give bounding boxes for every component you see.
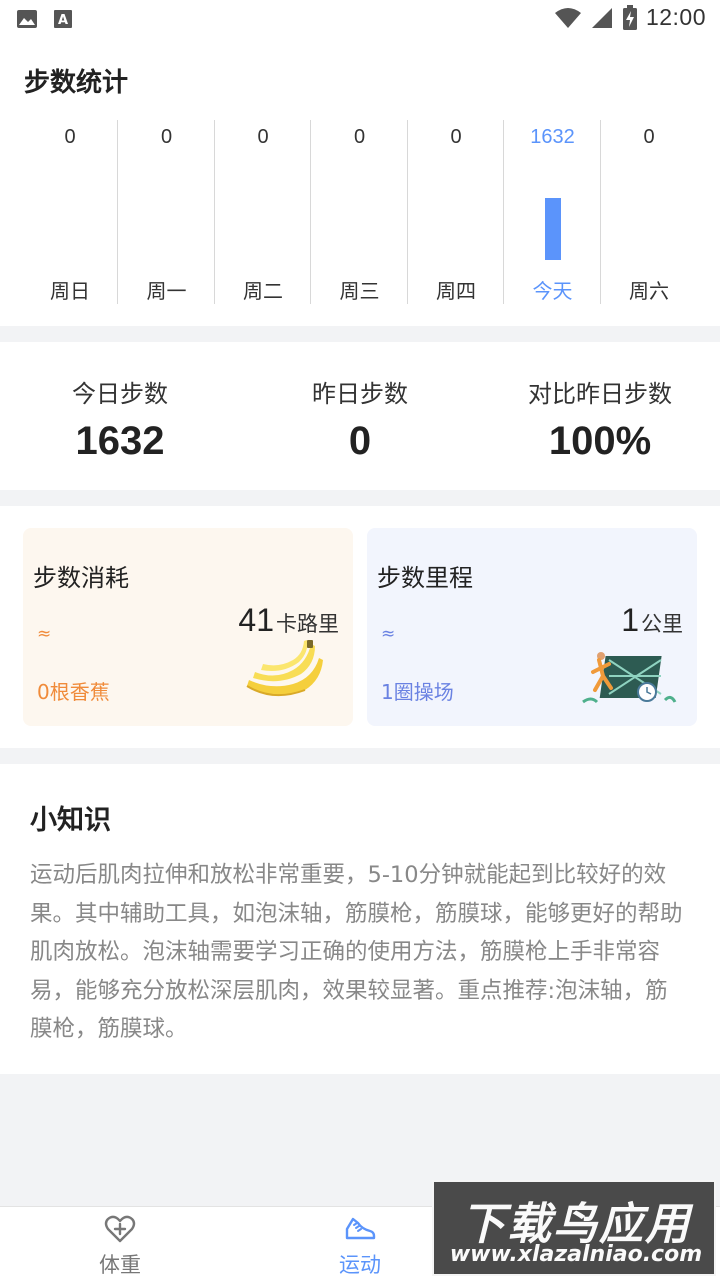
tips-body: 运动后肌肉拉伸和放松非常重要，5-10分钟就能起到比较好的效果。其中辅助工具，如… <box>30 862 683 1042</box>
stats-cards: 步数消耗 ≈ 41卡路里 0根香蕉 步数里程 ≈ 1公里 1圈操场 <box>0 506 720 748</box>
heart-plus-icon <box>104 1215 136 1243</box>
day-bar-area <box>505 164 601 260</box>
distance-value: 1 <box>621 602 639 638</box>
battery-icon <box>622 4 637 30</box>
distance-card[interactable]: 步数里程 ≈ 1公里 1圈操场 <box>367 528 697 726</box>
compare-steps-value: 100% <box>548 419 652 463</box>
weekly-steps-chart: 0 周日 0 周一 0 周二 0 周三 0 周四 1632 今天 0 周六 <box>22 120 698 304</box>
day-column: 0 周四 <box>408 120 504 304</box>
font-icon: A <box>54 10 72 28</box>
banana-equivalent: 0根香蕉 <box>37 680 110 704</box>
day-steps-value: 0 <box>450 126 462 148</box>
day-bar-area <box>408 164 504 260</box>
weekly-steps-section: 步数统计 0 周日 0 周一 0 周二 0 周三 0 周四 1632 今天 0 周六 <box>0 38 720 326</box>
calories-value: 41 <box>238 602 274 638</box>
day-bar-area <box>601 164 697 260</box>
approx-symbol: ≈ <box>381 624 396 644</box>
day-label: 周日 <box>50 279 90 303</box>
today-steps-stat: 今日步数 1632 <box>0 342 240 490</box>
compare-steps-stat: 对比昨日步数 100% <box>480 342 720 490</box>
day-step-bar <box>544 198 561 260</box>
nav-weight-label: 体重 <box>99 1253 141 1277</box>
tips-title: 小知识 <box>30 805 111 836</box>
banana-image <box>246 640 323 697</box>
day-bar-area <box>22 164 118 260</box>
day-steps-value: 0 <box>160 126 173 148</box>
day-steps-value: 0 <box>353 126 366 148</box>
day-bar-area <box>312 164 408 260</box>
nav-weight[interactable]: 体重 <box>0 1207 240 1280</box>
day-column: 0 周一 <box>119 120 215 304</box>
day-column: 0 周六 <box>601 120 697 304</box>
calories-amount: 41卡路里 <box>238 602 339 639</box>
calories-card[interactable]: 步数消耗 ≈ 41卡路里 0根香蕉 <box>23 528 353 726</box>
day-column: 1632 今天 <box>505 120 601 304</box>
calories-title: 步数消耗 <box>33 564 129 592</box>
day-label: 周一 <box>146 279 187 303</box>
day-column: 0 周二 <box>215 120 311 304</box>
runner-track-image <box>582 652 677 704</box>
wifi-icon <box>554 7 581 28</box>
status-left-icons: A <box>16 8 74 30</box>
yesterday-steps-stat: 昨日步数 0 <box>240 342 480 490</box>
calories-unit: 卡路里 <box>276 612 339 636</box>
day-steps-value: 1632 <box>530 126 575 148</box>
signal-icon <box>591 7 612 28</box>
day-label: 周四 <box>436 279 476 303</box>
day-steps-value: 0 <box>643 126 655 148</box>
day-bar-area <box>215 164 311 260</box>
distance-unit: 公里 <box>641 612 683 636</box>
day-bar-area <box>119 164 215 260</box>
today-steps-value: 1632 <box>75 419 165 463</box>
image-icon <box>17 10 37 28</box>
status-bar: A 12:00 <box>0 0 720 38</box>
distance-title: 步数里程 <box>377 564 473 592</box>
distance-amount: 1公里 <box>621 602 683 639</box>
status-time: 12:00 <box>645 4 706 30</box>
day-label: 今天 <box>532 279 573 303</box>
day-label: 周二 <box>243 279 283 303</box>
watermark-url: www.xlazalniao.com <box>449 1242 703 1267</box>
day-label: 周六 <box>629 279 669 303</box>
day-steps-value: 0 <box>64 126 76 148</box>
track-equivalent: 1圈操场 <box>381 680 454 704</box>
day-label: 周三 <box>339 279 380 303</box>
yesterday-steps-label: 昨日步数 <box>312 380 408 408</box>
yesterday-steps-value: 0 <box>348 419 372 463</box>
watermark: 下载鸟应用 www.xlazalniao.com <box>432 1180 716 1276</box>
today-steps-label: 今日步数 <box>72 380 168 408</box>
day-column: 0 周日 <box>22 120 118 304</box>
day-steps-value: 0 <box>257 126 269 148</box>
day-column: 0 周三 <box>312 120 408 304</box>
sneaker-icon <box>345 1217 376 1240</box>
svg-text:A: A <box>58 13 68 28</box>
status-right-icons: 12:00 <box>554 4 706 31</box>
tips-section: 小知识 运动后肌肉拉伸和放松非常重要，5-10分钟就能起到比较好的效果。其中辅助… <box>0 764 720 1074</box>
today-summary: 今日步数 1632 昨日步数 0 对比昨日步数 100% <box>0 342 720 490</box>
compare-steps-label: 对比昨日步数 <box>528 380 672 408</box>
approx-symbol: ≈ <box>37 624 52 644</box>
section-title: 步数统计 <box>24 68 129 98</box>
